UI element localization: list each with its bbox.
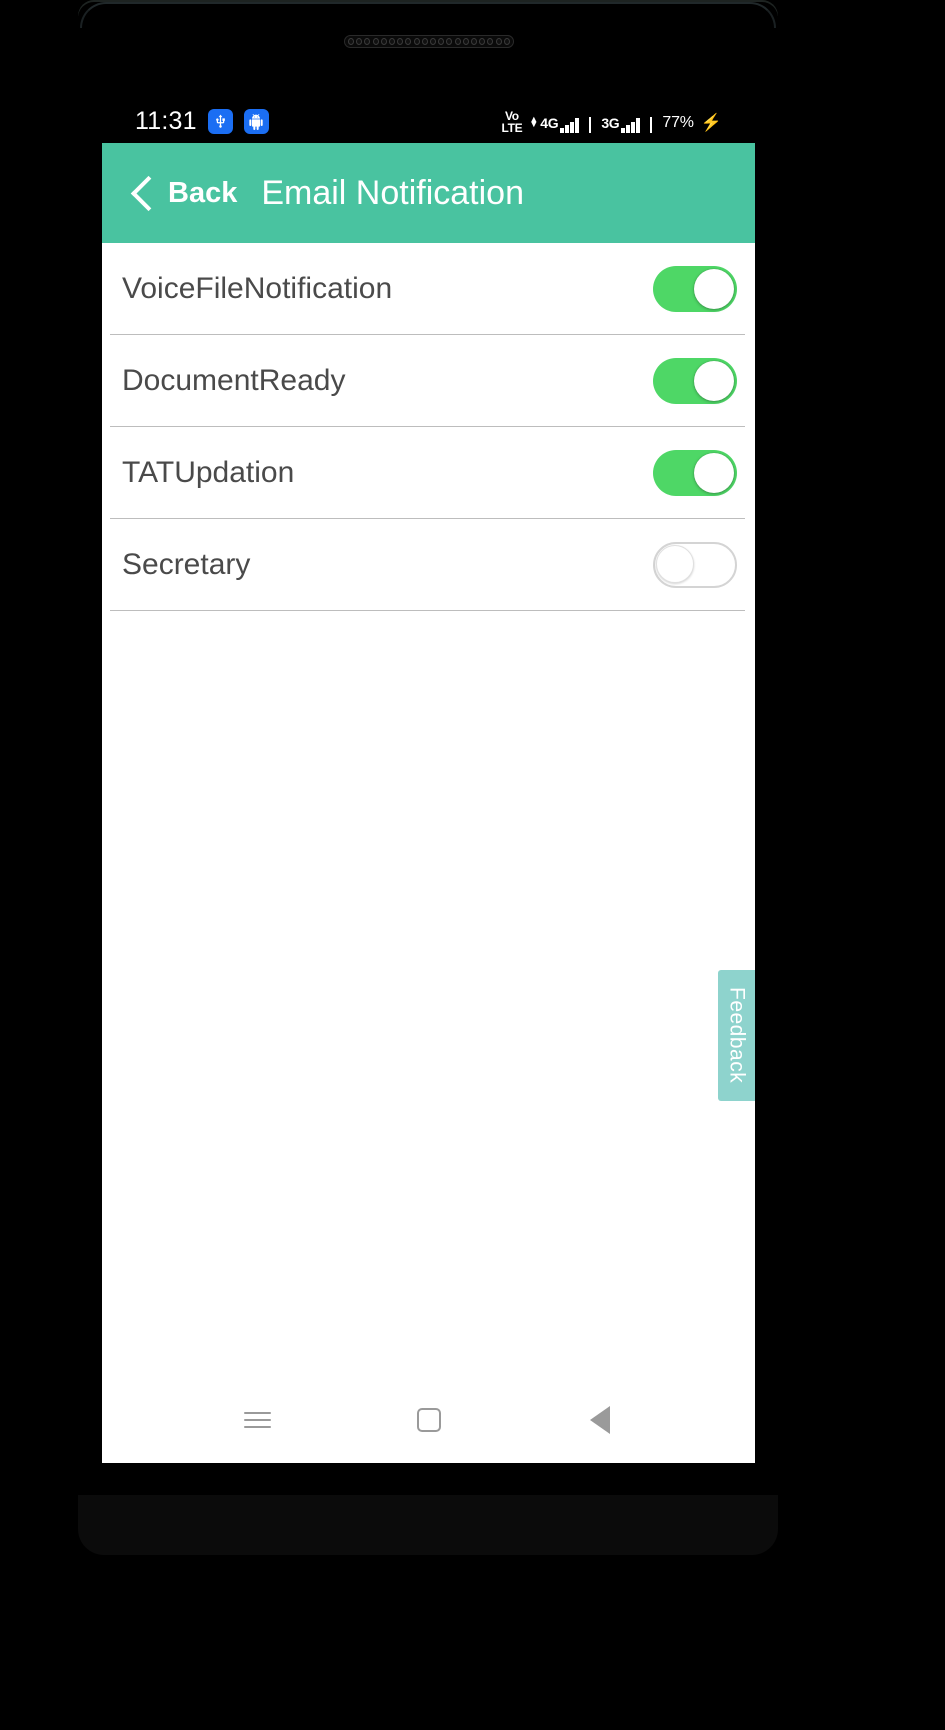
sim-divider — [588, 116, 592, 133]
back-button[interactable]: Back — [130, 173, 237, 213]
toggle-documentready[interactable] — [653, 358, 737, 404]
setting-row-voicefilenotification[interactable]: VoiceFileNotification — [102, 243, 755, 335]
app-header: Back Email Notification — [102, 143, 755, 243]
bezel-highlight — [80, 2, 776, 28]
home-square-icon — [416, 1408, 441, 1432]
app-screen: VoiceFileNotification DocumentReady TATU… — [102, 243, 755, 1463]
toggle-tatupdation[interactable] — [653, 450, 737, 496]
nav-menu-button[interactable] — [223, 1390, 293, 1450]
volte-bottom-text: LTE — [501, 120, 523, 135]
feedback-tab-label: Feedback — [725, 987, 749, 1084]
charging-bolt-icon: ⚡ — [700, 112, 722, 132]
phone-bottom-chin — [78, 1495, 778, 1555]
setting-row-tatupdation[interactable]: TATUpdation — [102, 427, 755, 519]
setting-row-secretary[interactable]: Secretary — [102, 519, 755, 611]
battery-divider — [649, 116, 653, 133]
status-bar-clock: 11:31 — [135, 107, 197, 135]
page-title: Email Notification — [261, 173, 524, 212]
back-button-label: Back — [168, 176, 238, 209]
data-arrows-icon: ▲ ▼ — [529, 113, 539, 129]
setting-row-documentready[interactable]: DocumentReady — [102, 335, 755, 427]
chevron-left-icon — [130, 173, 156, 213]
setting-label: DocumentReady — [122, 364, 346, 397]
sim1-signal-bars-icon — [560, 117, 579, 133]
back-triangle-icon — [574, 1406, 610, 1434]
setting-label: Secretary — [122, 548, 251, 581]
status-bar: 11:31 Vo LTE ▲ ▼ 4G 3G 77% ⚡ — [102, 100, 755, 143]
setting-label: VoiceFileNotification — [122, 272, 393, 305]
sim1-signal-indicator: ▲ ▼ 4G — [529, 113, 579, 133]
toggle-knob — [656, 545, 694, 583]
screenshot-root: 11:31 Vo LTE ▲ ▼ 4G 3G 77% ⚡ Back Email … — [0, 0, 945, 1730]
sim2-network-label: 3G — [601, 114, 620, 131]
hamburger-menu-icon — [244, 1407, 271, 1433]
notification-settings-list: VoiceFileNotification DocumentReady TATU… — [102, 243, 755, 611]
setting-label: TATUpdation — [122, 456, 295, 489]
nav-home-button[interactable] — [394, 1390, 464, 1450]
sim2-signal-bars-icon — [621, 117, 640, 133]
row-divider — [110, 610, 745, 611]
toggle-knob — [694, 361, 734, 401]
battery-percentage: 77% — [662, 113, 694, 131]
usb-icon — [207, 109, 233, 134]
status-bar-left: 11:31 — [102, 107, 269, 136]
android-nav-bar — [102, 1377, 755, 1463]
toggle-voicefilenotification[interactable] — [653, 266, 737, 312]
status-bar-right: Vo LTE ▲ ▼ 4G 3G 77% ⚡ — [501, 110, 755, 135]
earpiece-speaker-grille — [344, 35, 514, 48]
android-robot-icon — [243, 109, 269, 134]
volte-icon: Vo LTE — [501, 110, 523, 135]
nav-back-button[interactable] — [565, 1390, 635, 1450]
toggle-knob — [694, 453, 734, 493]
sim1-network-label: 4G — [540, 114, 559, 131]
feedback-tab[interactable]: Feedback — [718, 970, 755, 1101]
toggle-knob — [694, 269, 734, 309]
sim2-signal-indicator: 3G — [601, 114, 640, 133]
toggle-secretary[interactable] — [653, 542, 737, 588]
